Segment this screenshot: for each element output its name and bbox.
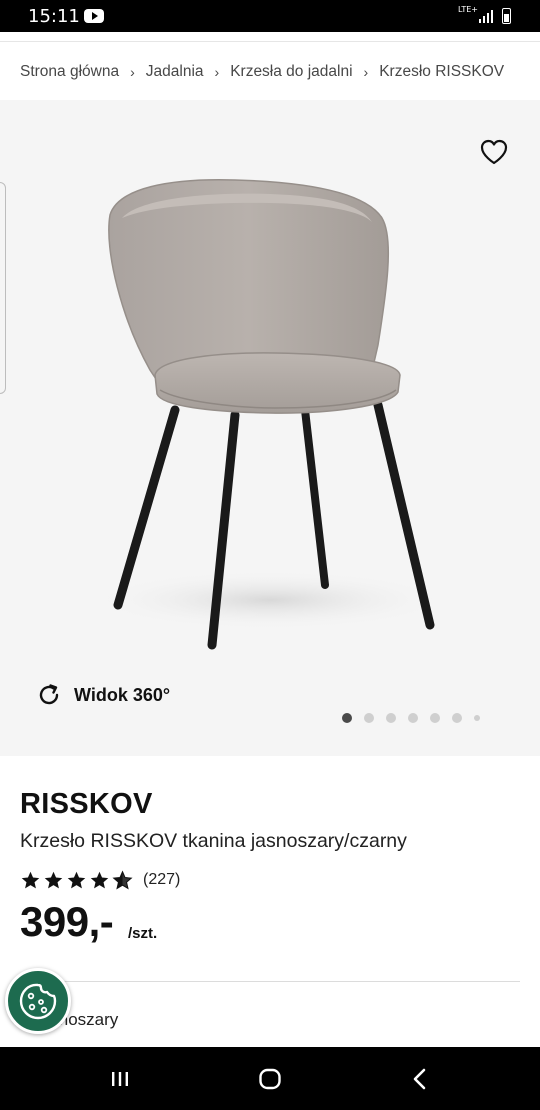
star-icon — [21, 871, 40, 888]
breadcrumb-dining-chairs[interactable]: Krzesła do jadalni — [230, 63, 352, 81]
section-divider — [20, 981, 520, 982]
breadcrumb-current[interactable]: Krzesło RISSKOV — [379, 63, 504, 81]
gallery-dot-4[interactable] — [408, 713, 418, 723]
cookie-settings-button[interactable] — [5, 968, 71, 1034]
chevron-right-icon: › — [214, 64, 220, 80]
breadcrumb-home[interactable]: Strona główna — [20, 63, 119, 81]
product-subtitle: Krzesło RISSKOV tkanina jasnoszary/czarn… — [20, 830, 407, 852]
view-360-button[interactable]: Widok 360° — [36, 680, 170, 710]
cookie-icon — [19, 983, 57, 1020]
battery-icon — [502, 8, 511, 24]
chevron-right-icon: › — [130, 64, 135, 80]
product-rating[interactable]: (227) — [20, 868, 180, 892]
star-icon — [67, 871, 86, 888]
chevron-right-icon: › — [363, 64, 369, 80]
gallery-dot-5[interactable] — [430, 713, 440, 723]
star-icon — [90, 871, 109, 888]
side-panel-handle[interactable] — [0, 182, 6, 394]
rating-stars — [20, 869, 135, 891]
product-brand: RISSKOV — [20, 788, 153, 820]
recent-apps-icon[interactable] — [106, 1065, 134, 1093]
gallery-dot-6[interactable] — [452, 713, 462, 723]
system-nav-bar — [0, 1047, 540, 1110]
gallery-dot-7[interactable] — [474, 715, 480, 721]
gallery-dot-1[interactable] — [342, 713, 352, 723]
youtube-icon — [84, 9, 104, 23]
header-divider — [0, 32, 540, 42]
star-icon — [44, 871, 63, 888]
breadcrumb: Strona główna › Jadalnia › Krzesła do ja… — [20, 58, 504, 86]
star-half-icon — [112, 869, 133, 889]
product-price: 399,- — [20, 898, 114, 945]
view-360-label: Widok 360° — [74, 684, 171, 705]
heart-icon[interactable] — [478, 136, 510, 168]
breadcrumb-dining[interactable]: Jadalnia — [146, 63, 204, 81]
gallery-dot-2[interactable] — [364, 713, 374, 723]
price-unit: /szt. — [128, 925, 158, 942]
status-bar: 15:11 LTE+ — [0, 0, 540, 32]
network-type: LTE+ — [458, 5, 478, 14]
gallery-pagination — [342, 712, 492, 724]
gallery-dot-3[interactable] — [386, 713, 396, 723]
rotate-icon — [39, 684, 59, 705]
product-image[interactable] — [60, 170, 480, 660]
product-gallery[interactable]: Widok 360° — [0, 100, 540, 756]
signal-icon — [479, 10, 493, 23]
home-icon[interactable] — [256, 1065, 284, 1093]
back-icon[interactable] — [406, 1065, 434, 1093]
status-time: 15:11 — [28, 6, 80, 27]
review-count[interactable]: (227) — [143, 871, 180, 889]
